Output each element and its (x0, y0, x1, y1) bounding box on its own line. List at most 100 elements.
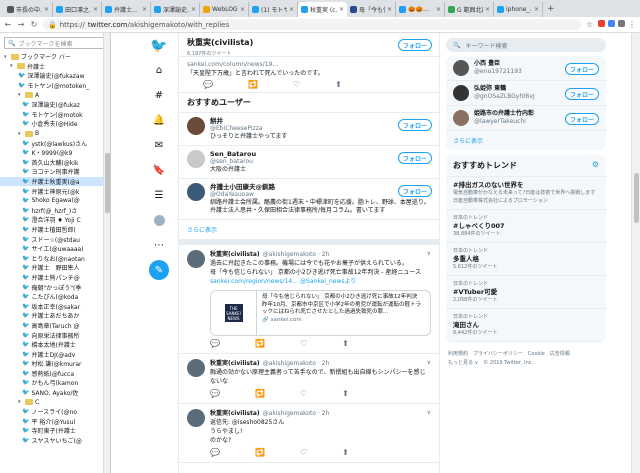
tab[interactable]: 市長の中…× (4, 2, 53, 17)
bookmark-item[interactable]: 🐦 弁護士植田哲郎( (0, 225, 110, 235)
retweet-icon[interactable]: 🔁 (255, 448, 265, 457)
bookmark-item[interactable]: 🐦 高島章(Taruch @ (0, 321, 110, 331)
retweet-icon[interactable]: 🔁 (255, 389, 265, 398)
extension-icon[interactable] (608, 20, 615, 27)
forward-icon[interactable]: → (17, 20, 25, 29)
tab[interactable]: (1) モトヤ…× (249, 2, 298, 17)
avatar[interactable] (453, 85, 469, 101)
bookmark-folder[interactable]: ▾ C (0, 397, 110, 407)
reply-icon[interactable]: 💬 (210, 389, 220, 398)
follow-button[interactable]: フォロー (398, 119, 432, 131)
close-icon[interactable]: × (436, 6, 441, 13)
tab[interactable]: G 範囲北部…× (445, 2, 494, 17)
bookmark-item[interactable]: 🐦 坂本正幸(@sakar (0, 301, 110, 311)
tab[interactable]: 田口凛之…× (53, 2, 102, 17)
trend-item[interactable]: 日本のトレンド #VTuber可愛 2,058件のツイート (446, 276, 606, 309)
chevron-down-icon[interactable]: ∨ (427, 409, 431, 416)
follow-button[interactable]: フォロー (398, 185, 432, 197)
suggested-user[interactable]: 小西 豊臣 @enu19721193 フォロー (446, 56, 606, 81)
bell-icon[interactable]: 🔔 (149, 108, 169, 133)
chevron-down-icon[interactable]: ∨ (427, 250, 431, 257)
share-icon[interactable]: ⬆ (342, 448, 349, 457)
bookmark-item[interactable]: 🐦 サイエ(@uwaaaa) (0, 244, 110, 254)
reply-icon[interactable]: 💬 (210, 339, 220, 348)
bookmark-icon[interactable]: 🔖 (149, 158, 169, 183)
follow-button[interactable]: フォロー (565, 88, 599, 100)
follow-button[interactable]: フォロー (398, 152, 432, 164)
bookmark-item[interactable]: 🐦 平 裕介(@Yusul (0, 417, 110, 427)
bookmark-item[interactable]: 🐦 Shoko Egawa(@ (0, 196, 110, 206)
twitter-logo-icon[interactable]: 🐦 (149, 33, 169, 58)
suggested-user[interactable]: 弘姫弥 東鶴 @gnOSaZLBGyht6vJ フォロー (446, 81, 606, 106)
bookmark-item[interactable]: 🐦 澄合洋羽 ♦ Yoji C (0, 215, 110, 225)
trend-item[interactable]: 日本のトレンド 多重人格 5,612件のツイート (446, 243, 606, 276)
close-icon[interactable]: × (289, 6, 294, 13)
tab[interactable]: WebLOG…× (200, 2, 249, 17)
trend-item[interactable]: #排出ガスのない世界を 電気自動車がかなえる未来って?日産は技術で世界へ挑戦します… (446, 177, 606, 210)
close-icon[interactable]: × (387, 6, 392, 13)
page-scrollbar[interactable] (631, 33, 640, 473)
like-icon[interactable]: ♡ (300, 389, 307, 398)
bookmark-item[interactable]: 🐦 ystk(@lawkus)さん (0, 138, 110, 148)
tweet-author[interactable]: 秋重実(civilista) (210, 409, 260, 418)
tab[interactable]: 弁護士… × (102, 2, 151, 17)
follow-button[interactable]: フォロー (398, 39, 432, 51)
share-icon[interactable]: ⬆ (342, 339, 349, 348)
bookmark-item[interactable]: 🐦 橋本太地(弁護士 (0, 340, 110, 350)
bookmark-item[interactable]: 🐦 こたぴん(@koda (0, 292, 110, 302)
expand-arrow-icon[interactable]: ▾ (18, 92, 23, 98)
bookmark-item[interactable]: 🐦 弁護士秋重実(@a (0, 176, 110, 187)
close-icon[interactable]: × (191, 6, 196, 13)
suggested-user[interactable]: 姫路市の弁護士竹内彰 @lawyerTakeuchi フォロー (446, 106, 606, 131)
avatar[interactable] (187, 409, 205, 427)
tab[interactable]: 母「今も信…× (347, 2, 396, 17)
address-bar[interactable]: 🔒 https://twitter.com/akishigemakoto/wit… (43, 19, 581, 30)
avatar[interactable] (187, 359, 205, 377)
twitter-search-input[interactable]: 🔍 キーワード検索 (446, 38, 606, 52)
bookmark-star-icon[interactable]: ☆ (586, 20, 593, 29)
bookmark-item[interactable]: 🐦 hzrf(@_hzrf_)さ (0, 206, 110, 216)
trend-name[interactable]: #しゃべくり007 (453, 222, 599, 230)
tweet-author[interactable]: 秋重実(civilista) (210, 250, 260, 259)
compose-tweet-button[interactable]: ✎ (149, 260, 169, 280)
reply-icon[interactable]: 💬 (203, 80, 213, 89)
close-icon[interactable]: × (339, 6, 344, 13)
bookmark-item[interactable]: 🐦 スドー☆(@stdau (0, 234, 110, 244)
bookmark-item[interactable]: 🐦 モトヤン(@motoken_ (0, 81, 110, 91)
footer-links[interactable]: 利用規約 プライバシーポリシー Cookie 広告情報 (448, 350, 604, 359)
bookmark-item[interactable]: 🐦 俺朝"かっぽう"(季 (0, 282, 110, 292)
bookmark-item[interactable]: 🐦 首久山大輔(@kik (0, 158, 110, 168)
mail-icon[interactable]: ✉ (149, 133, 169, 158)
like-icon[interactable]: ♡ (300, 448, 307, 457)
tweet[interactable]: 秋重実(civilista) @akishigemakoto · 2h 融通の効かな… (179, 354, 439, 404)
tab[interactable]: 秋重実 (c…× (298, 2, 347, 17)
reload-icon[interactable]: ↻ (30, 20, 38, 29)
bookmark-item[interactable]: 🐦 かもん弓(kamon (0, 378, 110, 388)
bookmark-item[interactable]: 🐦 ノースライ(@no (0, 407, 110, 417)
bookmark-item[interactable]: 🐦 寺町東子(弁護士 (0, 426, 110, 436)
close-icon[interactable]: × (142, 6, 147, 13)
show-more-link[interactable]: さらに表示 (179, 220, 439, 245)
avatar[interactable] (187, 183, 205, 201)
like-icon[interactable]: ♡ (293, 80, 300, 89)
reply-icon[interactable]: 💬 (210, 448, 220, 457)
hashtag-icon[interactable]: # (149, 83, 169, 108)
bookmark-item[interactable]: 🐦 深澤諭史(@fukazaw (0, 71, 110, 81)
close-icon[interactable]: × (93, 6, 98, 13)
expand-arrow-icon[interactable]: ▾ (18, 399, 23, 405)
trend-name[interactable]: #VTuber可愛 (453, 288, 599, 296)
share-icon[interactable]: ⬆ (342, 389, 349, 398)
gear-icon[interactable]: ⚙ (592, 160, 599, 171)
bookmark-item[interactable]: 🐦 とりなお(@naotan (0, 253, 110, 263)
menu-icon[interactable]: ⋮ (628, 20, 636, 29)
bookmark-folder[interactable]: ▾ 弁護士 (0, 62, 110, 72)
scrollbar-thumb[interactable] (634, 173, 639, 223)
show-more-link[interactable]: さらに表示 (446, 131, 606, 150)
expand-arrow-icon[interactable]: ▾ (10, 63, 15, 69)
tweet-link[interactable]: sankei.com/region/news/14… @Sankei_newsよ… (210, 277, 431, 286)
tweet-author[interactable]: 秋重実(civilista) (210, 359, 260, 368)
list-icon[interactable]: ☰ (149, 183, 169, 208)
avatar[interactable] (187, 117, 205, 135)
close-icon[interactable]: × (240, 6, 245, 13)
trend-name[interactable]: 滝田さん (453, 321, 599, 329)
